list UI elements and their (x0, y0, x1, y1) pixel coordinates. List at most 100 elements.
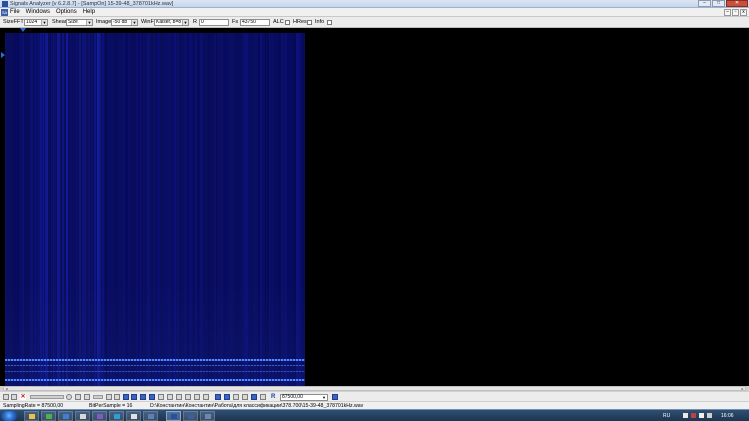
taskbar-app-6[interactable] (126, 411, 141, 421)
close-button[interactable]: ✕ (726, 0, 748, 7)
spectrogram-stripe (5, 365, 305, 366)
menu-help[interactable]: Help (83, 8, 95, 17)
stop-icon[interactable]: ✕ (20, 394, 26, 400)
frequency-value: 87500,00 (282, 394, 303, 400)
forward-icon[interactable] (11, 394, 17, 400)
taskbar-app-3[interactable] (75, 411, 90, 421)
menu-options[interactable]: Options (56, 8, 77, 17)
system-tray: RU 16:06 (657, 410, 747, 421)
winf-value: Kaiser, b=8 (156, 19, 182, 25)
folder-icon (29, 414, 35, 419)
image-select[interactable]: -50 db ▼ (111, 19, 138, 26)
os-taskbar: RU 16:06 (0, 409, 749, 421)
menu-file[interactable]: File (10, 8, 20, 17)
import-icon[interactable] (194, 394, 200, 400)
filter-icon[interactable] (123, 394, 129, 400)
alc-checkbox[interactable] (285, 20, 290, 25)
pause-icon[interactable] (114, 394, 120, 400)
app-icon (63, 414, 69, 419)
table-icon[interactable] (233, 394, 239, 400)
alc-label: ALC (273, 19, 284, 25)
taskbar-app-8[interactable] (183, 411, 198, 421)
fft-toolbar: SizeFFT 1024 ▼ Shear Size ▼ Image -50 db… (0, 17, 749, 28)
r-input[interactable]: 0 (199, 19, 229, 26)
frequency-marker-icon[interactable] (20, 28, 26, 32)
taskbar-app-4[interactable] (92, 411, 107, 421)
antivirus-icon[interactable] (691, 413, 696, 418)
hres-checkbox[interactable] (307, 20, 312, 25)
fs-input[interactable]: 43750 (240, 19, 270, 26)
r-label: R (193, 19, 197, 25)
tune-icon[interactable] (149, 394, 155, 400)
play-icon[interactable] (106, 394, 112, 400)
position-slider[interactable] (30, 395, 64, 399)
scroll-left-icon[interactable]: ◂ (4, 387, 9, 391)
start-button[interactable] (1, 411, 17, 421)
sizefft-label: SizeFFT (3, 19, 24, 25)
spectrogram-stripe (5, 371, 305, 372)
language-indicator[interactable]: RU (663, 410, 670, 421)
help-icon[interactable] (260, 394, 266, 400)
spectrum-icon[interactable] (215, 394, 221, 400)
gain-slider[interactable] (93, 395, 103, 399)
shear-value: Size (68, 19, 78, 25)
playback-toolbar: ✕ R 87500,00 ▼ (0, 391, 749, 401)
app-icon (46, 414, 52, 419)
print-icon[interactable] (176, 394, 182, 400)
document-icon[interactable]: SA (1, 9, 8, 16)
mdi-minimize-button[interactable]: – (724, 9, 731, 16)
frame-icon[interactable] (84, 394, 90, 400)
spectrogram-panel[interactable] (0, 28, 749, 386)
volume-icon[interactable] (707, 413, 712, 418)
frequency-select[interactable]: 87500,00 ▼ (280, 394, 328, 401)
marker-up-icon[interactable] (140, 394, 146, 400)
chart-icon[interactable] (242, 394, 248, 400)
menu-bar: SA File Windows Options Help – ▫ x (0, 8, 749, 17)
window-controls: – □ ✕ (698, 0, 748, 8)
sizefft-select[interactable]: 1024 ▼ (24, 19, 48, 26)
copy-icon[interactable] (167, 394, 173, 400)
mdi-restore-button[interactable]: ▫ (732, 9, 739, 16)
taskbar-app-9[interactable] (200, 411, 215, 421)
info-checkbox[interactable] (327, 20, 332, 25)
taskbar-signals-analyzer[interactable] (166, 411, 181, 421)
waveform-icon[interactable] (224, 394, 230, 400)
taskbar-app-1[interactable] (41, 411, 56, 421)
shear-select[interactable]: Size ▼ (66, 19, 93, 26)
settings-icon[interactable] (251, 394, 257, 400)
app-icon (148, 414, 154, 419)
back-icon[interactable] (3, 394, 9, 400)
zoom-icon[interactable] (66, 394, 72, 400)
save-icon[interactable] (158, 394, 164, 400)
menu-windows[interactable]: Windows (26, 8, 50, 17)
apply-icon[interactable] (332, 394, 338, 400)
scroll-right-icon[interactable]: ▸ (740, 387, 745, 391)
winf-select[interactable]: Kaiser, b=8 ▼ (154, 19, 189, 26)
flag-icon[interactable] (683, 413, 688, 418)
info-label: Info (315, 19, 325, 25)
clock[interactable]: 16:06 (721, 410, 734, 421)
list-icon[interactable] (203, 394, 209, 400)
network-icon[interactable] (699, 413, 704, 418)
spectrogram-plot[interactable] (5, 33, 746, 386)
app-icon (114, 414, 120, 419)
spectrogram-fade (5, 33, 305, 386)
winf-label: WinF (141, 19, 154, 25)
marker-down-icon[interactable] (131, 394, 137, 400)
status-bar: SamplingRate = 87500,00 BitPerSample = 1… (0, 401, 749, 409)
maximize-button[interactable]: □ (712, 0, 725, 7)
chevron-down-icon: ▼ (182, 20, 188, 25)
grid-icon[interactable] (75, 394, 81, 400)
image-value: -50 db (113, 19, 128, 25)
taskbar-app-5[interactable] (109, 411, 124, 421)
taskbar-explorer[interactable] (24, 411, 39, 421)
app-icon (131, 414, 137, 419)
mdi-close-button[interactable]: x (740, 9, 747, 16)
minimize-button[interactable]: – (698, 0, 711, 7)
taskbar-app-7[interactable] (143, 411, 158, 421)
app-icon (2, 1, 8, 7)
taskbar-app-2[interactable] (58, 411, 73, 421)
r-value: 0 (201, 19, 204, 25)
spectrogram-image (5, 33, 305, 386)
export-icon[interactable] (185, 394, 191, 400)
